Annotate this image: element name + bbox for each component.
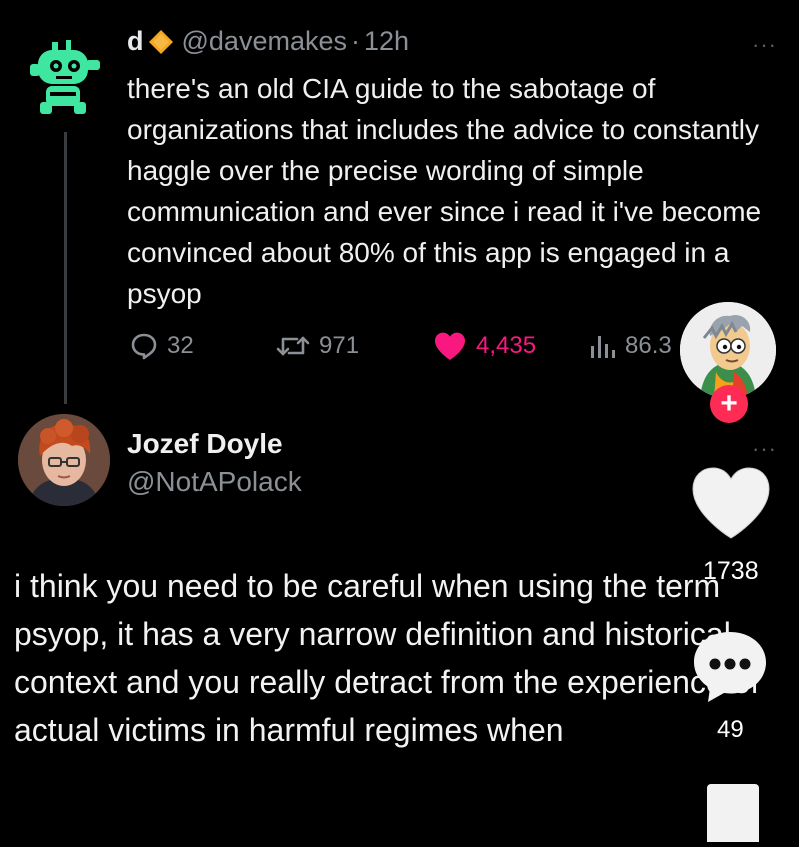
like-count: 4,435: [476, 332, 537, 359]
heart-icon: [435, 332, 465, 360]
tweet-time[interactable]: 12h: [364, 26, 409, 57]
overlay-bookmark-button[interactable]: [703, 782, 763, 842]
reply-author-name[interactable]: Jozef Doyle: [127, 428, 283, 460]
author-name[interactable]: d: [127, 26, 144, 57]
follow-plus-button[interactable]: +: [710, 385, 748, 423]
reply-button[interactable]: 32: [130, 330, 194, 362]
bar-chart-icon: [591, 336, 615, 358]
more-options-icon[interactable]: ···: [752, 32, 777, 58]
bookmark-icon: [707, 784, 759, 842]
tweet-header: d @davemakes · 12h: [127, 26, 409, 57]
views-button[interactable]: 86.3: [588, 330, 672, 362]
reply-more-options-icon[interactable]: ···: [752, 436, 777, 462]
profile-photo-icon: [18, 414, 110, 506]
author-handle[interactable]: @davemakes: [182, 26, 347, 57]
creator-avatar[interactable]: [680, 302, 776, 398]
author-avatar-robot[interactable]: [26, 36, 108, 122]
robot-logo-icon: [30, 40, 100, 114]
reply-text: i think you need to be careful when usin…: [14, 568, 760, 748]
retweet-button[interactable]: 971: [276, 330, 359, 362]
like-button[interactable]: 4,435: [433, 330, 536, 362]
thread-connector-line: [64, 132, 67, 404]
separator-dot: ·: [350, 26, 360, 56]
reply-icon: [131, 333, 157, 360]
retweet-count: 971: [319, 332, 360, 359]
reply-count: 32: [167, 332, 194, 359]
heart-icon: [692, 467, 770, 539]
gold-diamond-badge-icon: [148, 29, 173, 54]
retweet-icon: [276, 336, 310, 356]
tweet-text: there's an old CIA guide to the sabotage…: [127, 73, 762, 309]
view-count: 86.3: [625, 332, 672, 359]
overlay-like-button[interactable]: [690, 465, 772, 541]
reply-author-handle[interactable]: @NotAPolack: [127, 466, 302, 498]
reply-author-avatar[interactable]: [18, 414, 110, 506]
cartoon-avatar-icon: [680, 302, 776, 398]
